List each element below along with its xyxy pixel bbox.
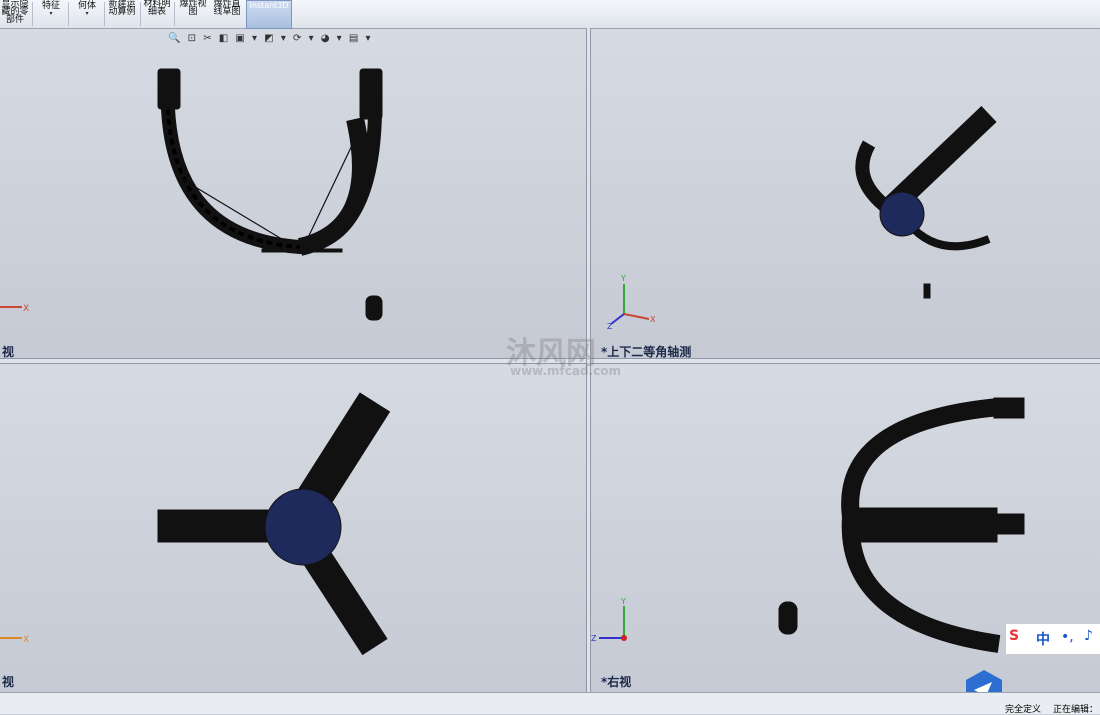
viewport-isometric[interactable]: Y X Z *上下二等角轴测 <box>589 29 1100 358</box>
viewport-top[interactable]: X 视 <box>0 362 586 692</box>
viewport-label: *右视 <box>601 675 632 689</box>
axis-triad: X <box>0 635 29 645</box>
microphone-icon: ♪ <box>1084 628 1093 644</box>
show-hidden-components-button[interactable]: 显示隐 藏的零 部件 <box>0 0 30 28</box>
ribbon-separator <box>174 2 175 26</box>
axis-triad: Y X Z <box>607 274 656 331</box>
model-isometric-view: Y X Z <box>607 106 997 331</box>
bill-of-materials-button[interactable]: 材料明 细表 <box>142 0 172 28</box>
svg-text:X: X <box>23 304 29 314</box>
axis-triad: X <box>0 304 29 314</box>
ribbon-separator <box>140 2 141 26</box>
ribbon-separator <box>32 2 33 26</box>
exploded-view-button[interactable]: 爆炸视 图 <box>177 0 209 28</box>
geometry-button[interactable]: 何体 ▾ <box>72 0 102 28</box>
status-bar: 完全定义 正在编辑： <box>0 692 1100 715</box>
instant3d-button[interactable]: Instant3D <box>246 0 292 29</box>
svg-text:X: X <box>23 635 29 645</box>
punctuation-icon: •, <box>1061 629 1074 645</box>
explode-line-sketch-button[interactable]: 爆炸直 线草图 <box>211 0 243 28</box>
viewport-label: 视 <box>2 345 15 358</box>
axis-triad: Y Z <box>591 597 627 643</box>
sogou-logo-icon: S <box>1009 628 1020 644</box>
status-fully-defined: 完全定义 <box>1005 705 1042 715</box>
model-front-view: X <box>0 68 383 321</box>
feature-button[interactable]: 特征 ▾ <box>36 0 66 28</box>
chevron-down-icon: ▾ <box>49 10 53 17</box>
chevron-down-icon: ▾ <box>85 10 89 17</box>
ribbon-separator <box>104 2 105 26</box>
new-motion-study-button[interactable]: 新建运 动算例 <box>106 0 138 28</box>
viewport-label: 视 <box>2 675 15 689</box>
viewport-front[interactable]: X 🔍 ⊡ ✂ ◧ ▣ ▾ ◩ ▾ ⟳ ▾ ◕ ▾ ▤ ▾ 视 <box>0 29 586 358</box>
model-top-view: X <box>0 392 391 656</box>
svg-text:Y: Y <box>620 597 626 606</box>
status-editing: 正在编辑： <box>1053 705 1099 715</box>
watermark: 沐风网 www.mfcad.com <box>506 336 621 378</box>
command-ribbon: 显示隐 藏的零 部件 特征 ▾ 何体 ▾ 新建运 动算例 材料明 细表 爆炸视 图 … <box>0 0 1100 29</box>
view-toolbar[interactable]: 🔍 ⊡ ✂ ◧ ▣ ▾ ◩ ▾ ⟳ ▾ ◕ ▾ ▤ ▾ <box>168 33 373 44</box>
svg-text:Y: Y <box>620 274 626 283</box>
ime-toolbar[interactable]: S 中 •, ♪ <box>1005 623 1100 655</box>
ribbon-separator <box>68 2 69 26</box>
svg-text:Z: Z <box>591 634 597 643</box>
svg-text:X: X <box>650 315 656 324</box>
